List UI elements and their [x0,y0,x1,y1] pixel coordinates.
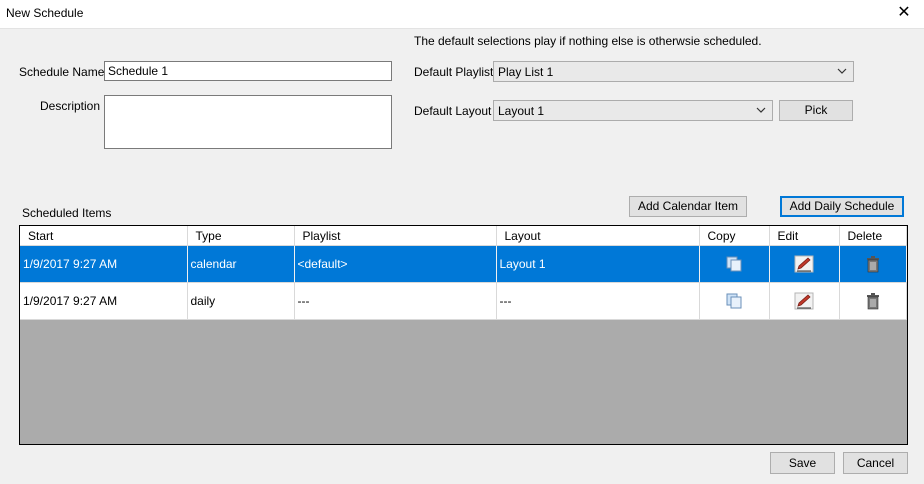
default-playlist-value: Play List 1 [498,65,554,79]
default-layout-select[interactable]: Layout 1 [493,100,773,121]
column-header-playlist[interactable]: Playlist [294,226,497,246]
window-title: New Schedule [6,6,84,20]
schedule-name-input[interactable]: Schedule 1 [104,61,392,81]
description-label: Description [40,99,101,113]
save-button[interactable]: Save [770,452,835,474]
copy-icon[interactable] [725,255,743,273]
cell-copy[interactable] [699,245,770,283]
column-header-delete[interactable]: Delete [839,226,907,246]
pencil-icon[interactable] [794,292,814,310]
default-playlist-label: Default Playlist [414,65,494,79]
table-row[interactable]: 1/9/2017 9:27 AM daily --- --- [20,282,907,320]
default-playlist-select[interactable]: Play List 1 [493,61,854,82]
default-layout-value: Layout 1 [498,104,545,118]
cell-delete[interactable] [839,245,907,283]
table-row[interactable]: 1/9/2017 9:27 AM calendar <default> Layo… [20,245,907,283]
default-layout-label: Default Layout [414,104,492,118]
column-header-layout[interactable]: Layout [496,226,700,246]
cell-start[interactable]: 1/9/2017 9:27 AM [20,245,188,283]
table-header-row: Start Type Playlist Layout Copy Edit Del… [20,226,907,246]
pick-button[interactable]: Pick [779,100,853,121]
cell-type[interactable]: daily [187,282,295,320]
description-input[interactable] [104,95,392,149]
cell-layout[interactable]: --- [496,282,700,320]
column-header-type[interactable]: Type [187,226,295,246]
trash-icon[interactable] [864,292,882,310]
chevron-down-icon [756,107,766,113]
scheduled-items-label: Scheduled Items [22,206,112,220]
pencil-icon[interactable] [794,255,814,273]
scheduled-items-grid[interactable]: Start Type Playlist Layout Copy Edit Del… [19,225,908,445]
title-bar: New Schedule ✕ [0,0,924,29]
cell-delete[interactable] [839,282,907,320]
add-daily-schedule-button[interactable]: Add Daily Schedule [780,196,904,217]
cancel-button[interactable]: Cancel [843,452,908,474]
chevron-down-icon [837,68,847,74]
cell-edit[interactable] [769,245,840,283]
cell-playlist[interactable]: --- [294,282,497,320]
cell-copy[interactable] [699,282,770,320]
column-header-start[interactable]: Start [20,226,188,246]
add-calendar-item-button[interactable]: Add Calendar Item [629,196,747,217]
column-header-edit[interactable]: Edit [769,226,840,246]
cell-layout[interactable]: Layout 1 [496,245,700,283]
schedule-name-label: Schedule Name [19,65,105,79]
hint-text: The default selections play if nothing e… [414,34,762,48]
cell-start[interactable]: 1/9/2017 9:27 AM [20,282,188,320]
scheduled-items-table: Start Type Playlist Layout Copy Edit Del… [20,226,907,320]
column-header-copy[interactable]: Copy [699,226,770,246]
cell-type[interactable]: calendar [187,245,295,283]
trash-icon[interactable] [864,255,882,273]
cell-edit[interactable] [769,282,840,320]
close-icon[interactable]: ✕ [894,3,914,23]
copy-icon[interactable] [725,292,743,310]
cell-playlist[interactable]: <default> [294,245,497,283]
